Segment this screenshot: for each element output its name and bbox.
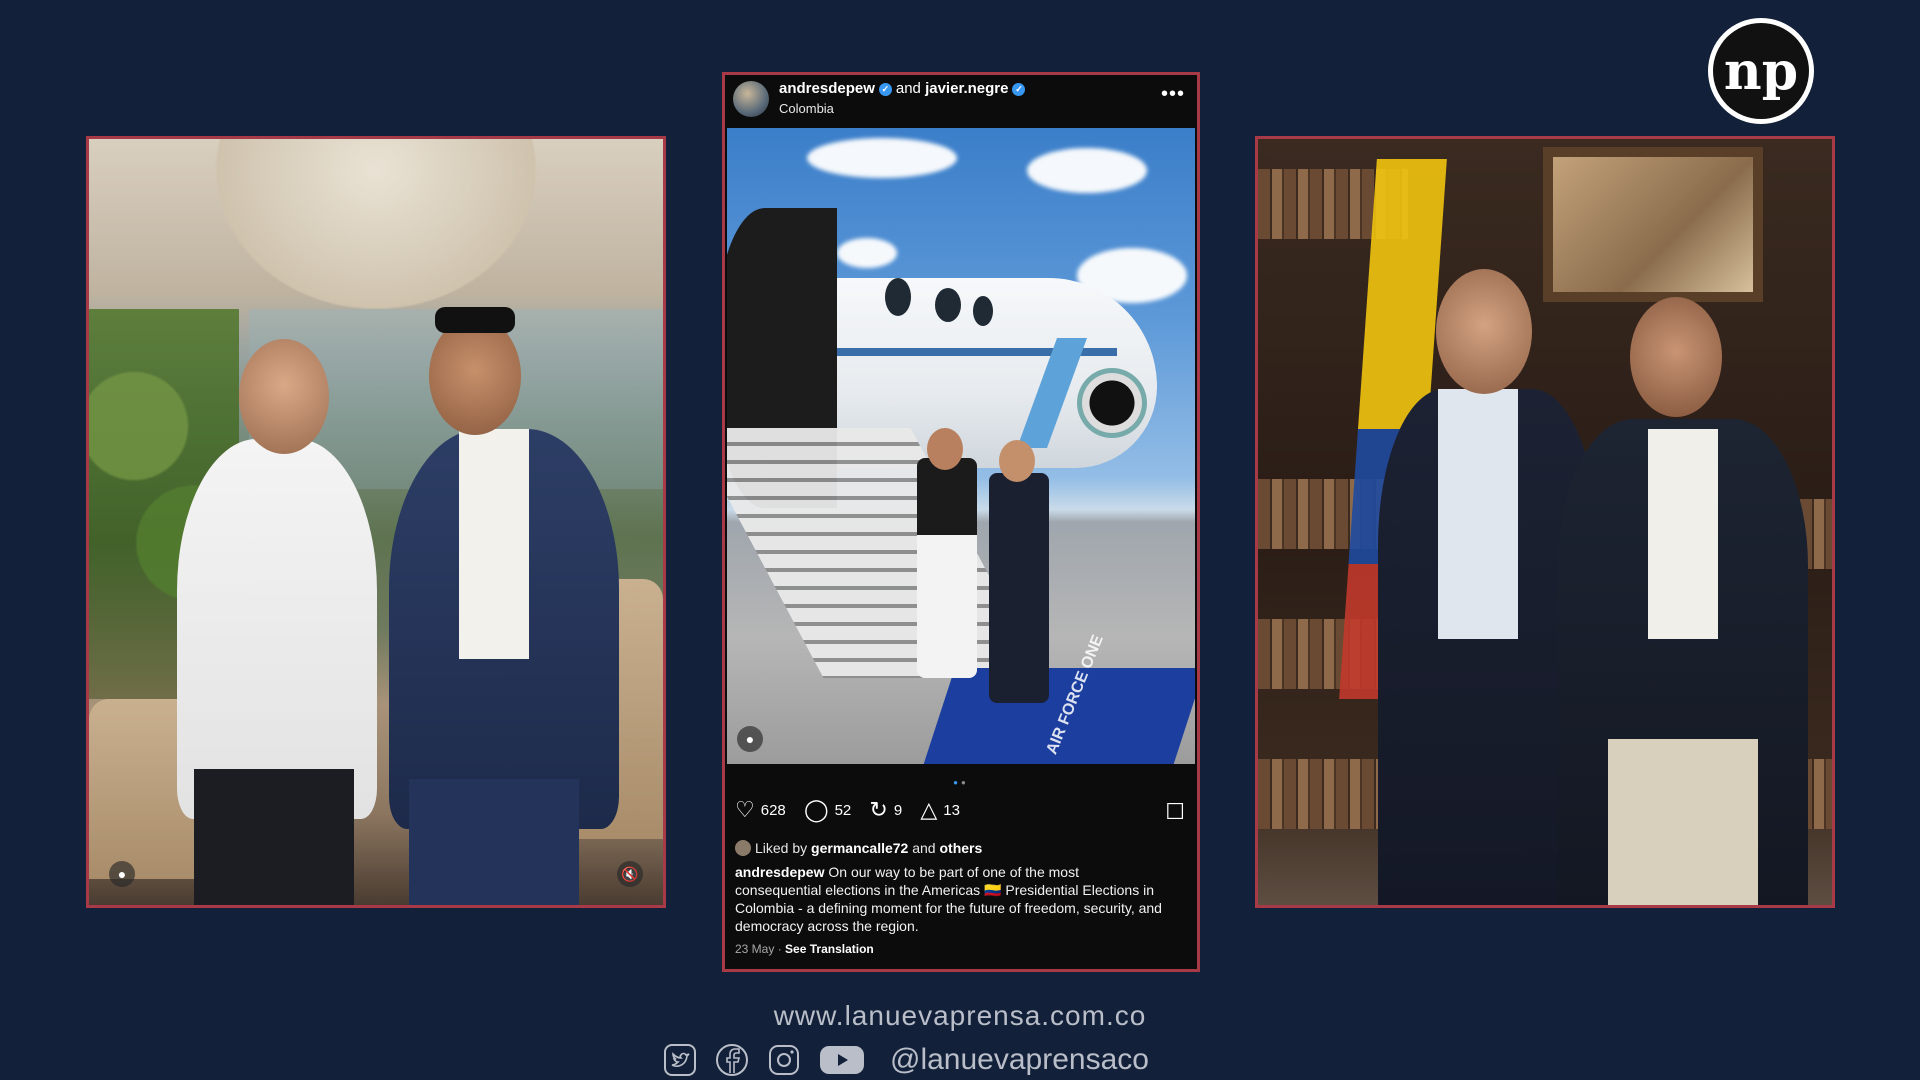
mute-icon[interactable]: 🔇 — [617, 861, 643, 887]
verified-icon: ✓ — [1012, 83, 1026, 96]
sunglasses — [435, 307, 515, 333]
repost-count: 9 — [893, 801, 903, 819]
social-links: @lanuevaprensaco — [662, 1040, 1149, 1080]
author-username[interactable]: andresdepew — [779, 80, 875, 97]
bookmark-icon[interactable]: ☐ — [1165, 799, 1185, 825]
more-options-icon[interactable]: ••• — [1161, 83, 1185, 106]
send-icon: △ — [920, 797, 938, 822]
man-white-outfit-head — [927, 428, 963, 470]
jet-window — [973, 296, 993, 326]
cloud — [807, 138, 957, 178]
user-tag-icon[interactable]: ● — [737, 726, 763, 752]
painting — [1543, 147, 1763, 302]
post-authors: andresdepew ✓ and javier.negre ✓ — [779, 80, 1029, 97]
jet-window — [885, 278, 911, 316]
post-date: 23 May — [735, 942, 775, 956]
authors-connector: and — [895, 80, 921, 97]
heart-icon: ♡ — [735, 797, 755, 822]
comment-icon: ◯ — [803, 797, 829, 822]
comment-action[interactable]: ◯ 52 — [804, 799, 851, 821]
man-white-hoodie — [177, 439, 377, 819]
share-action[interactable]: △ 13 — [920, 799, 960, 821]
like-action[interactable]: ♡ 628 — [735, 799, 786, 821]
author-avatar[interactable] — [733, 81, 769, 117]
post-caption: andresdepew On our way to be part of one… — [735, 863, 1167, 935]
man-white-outfit — [917, 458, 977, 678]
repost-icon: ↻ — [869, 797, 888, 822]
cloud — [1027, 148, 1147, 193]
caption-author[interactable]: andresdepew — [735, 864, 824, 880]
coauthor-username[interactable]: javier.negre — [925, 80, 1008, 97]
man-saluting-left-head — [1436, 269, 1532, 394]
liked-by-others[interactable]: others — [939, 840, 982, 856]
repost-action[interactable]: ↻ 9 — [869, 799, 902, 821]
right-photo — [1258, 139, 1832, 905]
share-count: 13 — [943, 801, 960, 819]
post-header: andresdepew ✓ and javier.negre ✓ Colombia •… — [725, 75, 1197, 123]
liked-by-user[interactable]: germancalle72 — [811, 840, 908, 856]
meta-separator: · — [777, 942, 782, 956]
man-navy-suit-shirt — [459, 429, 529, 659]
jet-engine — [1077, 368, 1147, 438]
youtube-icon[interactable] — [818, 1042, 866, 1078]
social-handle[interactable]: @lanuevaprensaco — [890, 1043, 1149, 1077]
liked-by: Liked by germancalle72 and others — [735, 840, 1187, 856]
instagram-post: andresdepew ✓ and javier.negre ✓ Colombia •… — [722, 72, 1200, 972]
liked-by-and: and — [912, 840, 936, 856]
man-navy-suit-legs — [409, 779, 579, 905]
cloud — [837, 238, 897, 268]
man-saluting-right-shirt — [1648, 429, 1718, 639]
twitter-icon[interactable] — [662, 1042, 698, 1078]
man-dark-suit-head — [999, 440, 1035, 482]
man-navy-suit-head — [429, 317, 521, 435]
like-count: 628 — [760, 801, 786, 819]
jet-window — [935, 288, 961, 322]
post-photo[interactable]: AIR FORCE ONE ● — [727, 128, 1195, 764]
user-tag-icon[interactable]: ● — [109, 861, 135, 887]
left-photo: ● 🔇 — [89, 139, 663, 905]
man-saluting-right-pants — [1608, 739, 1758, 905]
man-saluting-right-head — [1630, 297, 1722, 417]
website-url[interactable]: www.lanuevaprensa.com.co — [0, 1000, 1920, 1032]
post-meta: 23 May · See Translation — [735, 942, 874, 956]
verified-icon: ✓ — [878, 83, 892, 96]
man-dark-suit — [989, 473, 1049, 703]
left-photo-frame: ● 🔇 — [86, 136, 666, 908]
man-white-hoodie-head — [239, 339, 329, 454]
man-white-hoodie-legs — [194, 769, 354, 905]
carousel-dots: ●● — [953, 778, 969, 787]
post-actions: ♡ 628 ◯ 52 ↻ 9 △ 13 ☐ — [735, 799, 1187, 825]
np-logo-text: np — [1713, 23, 1809, 119]
liker-avatar — [735, 840, 751, 856]
liked-by-prefix: Liked by — [755, 840, 808, 856]
right-photo-frame — [1255, 136, 1835, 908]
np-logo: np — [1708, 18, 1814, 124]
instagram-icon[interactable] — [766, 1042, 802, 1078]
post-location[interactable]: Colombia — [779, 101, 834, 116]
see-translation-link[interactable]: See Translation — [785, 942, 874, 956]
facebook-icon[interactable] — [714, 1042, 750, 1078]
comment-count: 52 — [834, 801, 852, 819]
man-saluting-left-shirt — [1438, 389, 1518, 639]
